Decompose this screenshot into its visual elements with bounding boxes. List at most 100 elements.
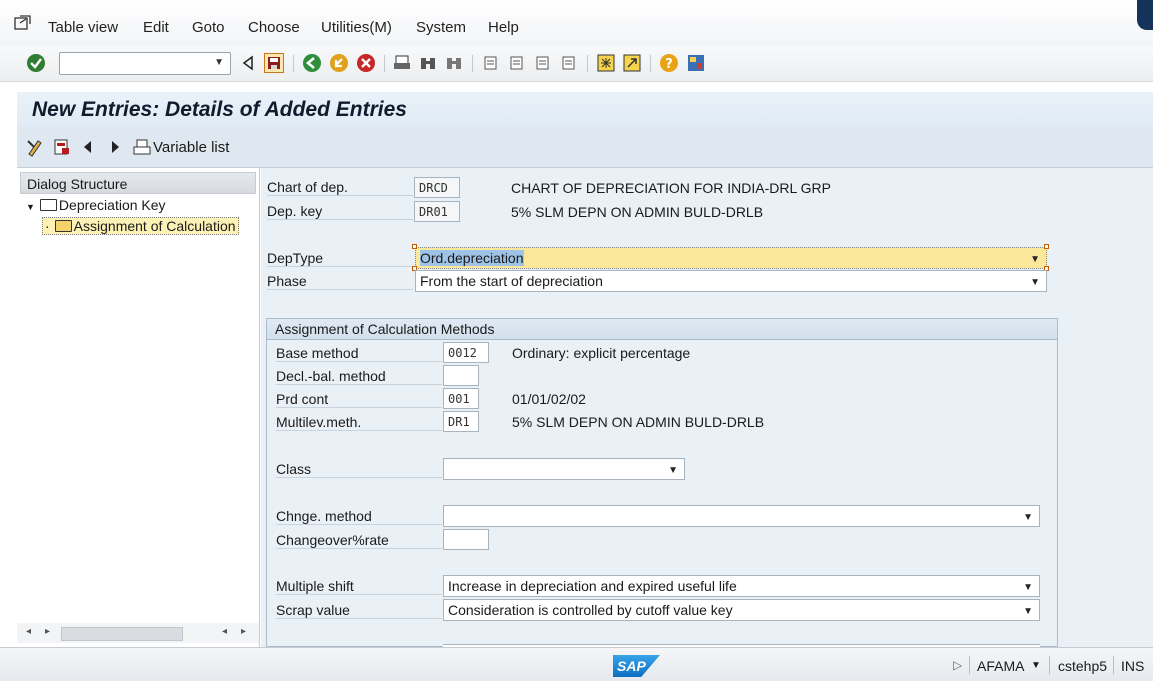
chart-of-dep-field: DRCD: [414, 177, 460, 198]
toolbar-separator: [650, 55, 651, 72]
status-separator: [969, 656, 970, 674]
transaction-dropdown-icon[interactable]: ▼: [1031, 660, 1041, 671]
tree-bullet-icon: ·: [45, 218, 50, 234]
changeover-rate-field[interactable]: [443, 529, 489, 550]
shortcut-icon[interactable]: [622, 53, 642, 73]
menu-system[interactable]: System: [416, 19, 466, 36]
prd-cont-label: Prd cont: [276, 391, 442, 408]
system-menu-icon[interactable]: [14, 15, 32, 31]
multiple-shift-label: Multiple shift: [276, 578, 442, 595]
find-icon[interactable]: [418, 53, 438, 73]
chevron-down-icon[interactable]: ▼: [1030, 254, 1040, 265]
chevron-down-icon[interactable]: ▼: [1023, 582, 1033, 593]
expand-arrow-icon[interactable]: ▼: [26, 202, 35, 212]
menu-bar: Table view Edit Goto Choose Utilities(M)…: [0, 0, 1153, 46]
chnge-method-dropdown[interactable]: ▼: [443, 505, 1040, 527]
menu-goto[interactable]: Goto: [192, 19, 225, 36]
transaction-code[interactable]: AFAMA: [977, 658, 1024, 674]
command-field[interactable]: ▼: [59, 52, 231, 75]
insert-mode[interactable]: INS: [1121, 658, 1144, 674]
variable-list-button[interactable]: Variable list: [153, 139, 229, 156]
decl-bal-method-field[interactable]: [443, 365, 479, 386]
command-field-dropdown-icon[interactable]: ▼: [214, 57, 224, 68]
back-arrow-icon[interactable]: [238, 53, 258, 73]
changeover-rate-label: Changeover%rate: [276, 532, 442, 549]
base-method-label: Base method: [276, 345, 442, 362]
multiple-shift-value: Increase in depreciation and expired use…: [448, 578, 737, 594]
horizontal-scrollbar[interactable]: ◂ ▸ ◂ ▸: [17, 623, 259, 643]
group-title: Assignment of Calculation Methods: [267, 319, 1057, 340]
dep-key-label: Dep. key: [267, 203, 413, 220]
help-icon[interactable]: ?: [659, 53, 679, 73]
display-change-icon[interactable]: [26, 137, 46, 157]
multilev-meth-field[interactable]: DR1: [443, 411, 479, 432]
menu-edit[interactable]: Edit: [143, 19, 169, 36]
tree-item-assignment-of-calculation[interactable]: · Assignment of Calculation: [42, 217, 239, 235]
cancel-icon[interactable]: [356, 53, 376, 73]
scrap-value-dropdown[interactable]: Consideration is controlled by cutoff va…: [443, 599, 1040, 621]
decl-bal-method-label: Decl.-bal. method: [276, 368, 442, 385]
folder-icon: [39, 199, 57, 211]
menu-choose[interactable]: Choose: [248, 19, 300, 36]
application-toolbar: Variable list: [17, 128, 1153, 168]
previous-entry-icon[interactable]: [78, 137, 98, 157]
multiple-shift-dropdown[interactable]: Increase in depreciation and expired use…: [443, 575, 1040, 597]
server-name: cstehp5: [1058, 658, 1108, 674]
chart-of-dep-description: CHART OF DEPRECIATION FOR INDIA-DRL GRP: [511, 180, 831, 196]
create-session-icon[interactable]: [596, 53, 616, 73]
menu-table-view[interactable]: Table view: [48, 19, 118, 36]
status-expand-icon[interactable]: ▷: [953, 658, 962, 672]
prd-cont-field[interactable]: 001: [443, 388, 479, 409]
scroll-page-right-icon[interactable]: ▸: [241, 626, 246, 637]
dep-type-dropdown[interactable]: Ord.depreciation ▼: [415, 247, 1047, 269]
multilev-meth-description: 5% SLM DEPN ON ADMIN BULD-DRLB: [512, 414, 765, 430]
print-icon[interactable]: [392, 53, 412, 73]
toolbar-separator: [384, 55, 385, 72]
chart-of-dep-label: Chart of dep.: [267, 179, 413, 196]
standard-toolbar: ▼ ?: [0, 46, 1153, 82]
save-icon[interactable]: [264, 53, 284, 73]
scroll-page-left-icon[interactable]: ◂: [222, 626, 227, 637]
multilev-meth-label: Multilev.meth.: [276, 414, 442, 431]
scrap-value-label: Scrap value: [276, 602, 442, 619]
class-dropdown[interactable]: ▼: [443, 458, 685, 480]
enter-check-icon[interactable]: [26, 53, 46, 73]
tree-item-depreciation-key[interactable]: ▼ Depreciation Key: [26, 197, 166, 213]
customize-layout-icon[interactable]: [686, 53, 706, 73]
next-entry-icon[interactable]: [105, 137, 125, 157]
toolbar-separator: [587, 55, 588, 72]
page-title: New Entries: Details of Added Entries: [32, 98, 407, 121]
phase-value: From the start of depreciation: [420, 273, 603, 289]
dep-type-value: Ord.depreciation: [420, 250, 524, 266]
first-page-icon[interactable]: [481, 53, 501, 73]
chevron-down-icon[interactable]: ▼: [1030, 277, 1040, 288]
scroll-left-icon[interactable]: ◂: [26, 626, 31, 637]
previous-page-icon[interactable]: [507, 53, 527, 73]
menu-help[interactable]: Help: [488, 19, 519, 36]
find-next-icon[interactable]: [444, 53, 464, 73]
menu-utilities[interactable]: Utilities(M): [321, 19, 392, 36]
dep-key-field: DR01: [414, 201, 460, 222]
chevron-down-icon[interactable]: ▼: [668, 465, 678, 476]
chevron-down-icon[interactable]: ▼: [1023, 512, 1033, 523]
variable-list-icon[interactable]: [132, 137, 152, 157]
chevron-down-icon[interactable]: ▼: [1023, 606, 1033, 617]
base-method-field[interactable]: 0012: [443, 342, 489, 363]
dep-type-label: DepType: [267, 250, 413, 267]
scrollbar-thumb[interactable]: [61, 627, 183, 641]
back-green-icon[interactable]: [302, 53, 322, 73]
status-separator: [1113, 656, 1114, 674]
dialog-structure-header: Dialog Structure: [20, 172, 256, 194]
phase-dropdown[interactable]: From the start of depreciation ▼: [415, 270, 1047, 292]
next-page-icon[interactable]: [533, 53, 553, 73]
status-bar: SAP ▷ AFAMA ▼ cstehp5 INS: [0, 647, 1153, 681]
chnge-method-label: Chnge. method: [276, 508, 442, 525]
last-page-icon[interactable]: [559, 53, 579, 73]
dep-key-description: 5% SLM DEPN ON ADMIN BULD-DRLB: [511, 204, 764, 220]
dialog-structure-panel: Dialog Structure ▼ Depreciation Key · Assi…: [17, 168, 260, 647]
delete-entry-icon[interactable]: [52, 137, 72, 157]
scroll-right-icon[interactable]: ▸: [45, 626, 50, 637]
focus-handle: [1044, 244, 1049, 249]
tree-item-label: Depreciation Key: [58, 197, 166, 213]
exit-icon[interactable]: [329, 53, 349, 73]
